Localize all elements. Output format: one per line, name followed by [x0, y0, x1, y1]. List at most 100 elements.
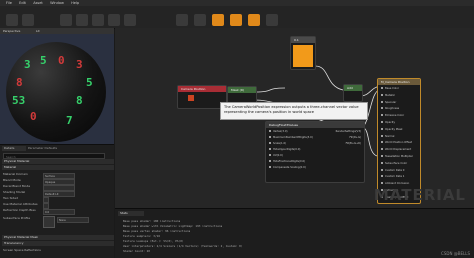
stats-line: Texture Lookups (Est.): VS(0), PS(0)	[123, 239, 184, 243]
detail-value[interactable]: None	[57, 216, 89, 223]
detail-label: Subsurface Profile	[3, 216, 31, 220]
material-graph[interactable]: Camera Position 0.1 Mask (R) Add The Cam…	[115, 28, 474, 208]
apply-button[interactable]	[60, 14, 72, 26]
stats-panel: Stats Base pass shader: 180 instructions…	[115, 208, 474, 258]
sphere-digit: 53	[12, 94, 26, 107]
mask-node-title: Mask (R)	[228, 87, 256, 93]
thumbnail[interactable]	[43, 216, 55, 228]
stats-line: Base pass shader with Volumetric Lightma…	[123, 224, 223, 228]
stats-line: User interpolators: 2/4 Scalars (1/4 Vec…	[123, 244, 243, 248]
live-preview-button[interactable]	[176, 14, 188, 26]
result-pin[interactable]: Subsurface Color	[381, 161, 407, 165]
input-pin[interactable]: HideUpperDigits(0.0)	[269, 148, 300, 151]
input-pin[interactable]: Vertex(3.0)	[269, 130, 288, 133]
add-node-title: Add	[344, 85, 362, 91]
detail-row: Screen Space Reflections	[3, 248, 111, 254]
hide-unrelated-button[interactable]	[230, 14, 242, 26]
tab-details[interactable]: Details	[2, 146, 26, 151]
browse-button[interactable]	[22, 14, 34, 26]
stats-line: Shader Count: 20	[123, 249, 150, 253]
output-pin[interactable]: RenderSettings(V3)	[336, 130, 361, 133]
debug-node-title: DebugFloat3Values	[266, 122, 364, 128]
lit-mode[interactable]: Lit	[36, 28, 40, 34]
output-pin[interactable]: Fill(B+G+R)	[346, 142, 361, 145]
toolbar	[0, 6, 474, 29]
result-node-title: M_Camera Position	[378, 79, 420, 85]
result-pin[interactable]: Tessellation Multiplier	[381, 155, 413, 158]
detail-row: Refraction Depth Bias 0.0	[3, 208, 111, 215]
detail-label: Two Sided	[3, 196, 18, 200]
detail-label: Decal Blend Mode	[3, 184, 31, 188]
sphere-digit: 0	[58, 54, 65, 67]
result-pin[interactable]: Ambient Occlusion	[381, 182, 409, 185]
result-pin[interactable]: Specular	[381, 100, 396, 104]
watermark: CSDN @BELLS	[441, 251, 470, 256]
result-pin[interactable]: World Displacement	[381, 148, 411, 151]
detail-label: Shading Model	[3, 190, 26, 194]
tab-stats[interactable]: Stats	[118, 211, 144, 216]
sphere-digit: 8	[76, 94, 83, 107]
input-pin[interactable]: HideFractionalDigits(0.0)	[269, 160, 305, 163]
result-pin[interactable]: Opacity Mask	[381, 127, 402, 131]
preview-sphere: 3 5 0 3 8 5 53 8 0 7	[6, 42, 106, 142]
live-nodes-button[interactable]	[194, 14, 206, 26]
sphere-digit: 5	[86, 76, 93, 89]
detail-row: Subsurface Profile None	[3, 216, 111, 230]
sphere-digit: 0	[30, 110, 37, 123]
result-pin[interactable]: Custom Data 1	[381, 175, 404, 178]
platform-stats-button[interactable]	[266, 14, 278, 26]
input-pin[interactable]: UV(0.0)	[269, 154, 283, 157]
viewport-tab[interactable]: Perspective	[3, 28, 20, 34]
section-physical-material[interactable]: Physical Material	[2, 159, 114, 164]
detail-value[interactable]: 0.0	[43, 208, 75, 215]
detail-label: Refraction Depth Bias	[3, 208, 36, 212]
clean-up-button[interactable]	[108, 14, 120, 26]
detail-label: Screen Space Reflections	[3, 248, 41, 252]
save-button[interactable]	[6, 14, 18, 26]
preview-viewport[interactable]: Perspective Lit 3 5 0 3 8 5 53 8 0 7	[0, 28, 114, 144]
search-button[interactable]	[76, 14, 88, 26]
node-tooltip: The CameraWorldPosition expression outpu…	[220, 102, 368, 120]
home-button[interactable]	[92, 14, 104, 26]
color-swatch	[293, 45, 313, 67]
connectors-button[interactable]	[124, 14, 136, 26]
viewport-header: Perspective Lit	[0, 28, 114, 34]
section-translucency[interactable]: Translucency	[2, 241, 114, 246]
sphere-digit: 8	[16, 76, 23, 89]
stats-button[interactable]	[248, 14, 260, 26]
section-material[interactable]: Material	[2, 165, 114, 170]
tab-parameter-defaults[interactable]: Parameter Defaults	[28, 146, 64, 151]
camera-node-title: Camera Position	[178, 86, 226, 92]
material-watermark: MATERIAL	[373, 186, 466, 204]
result-pin[interactable]: Custom Data 0	[381, 168, 404, 172]
result-pin[interactable]: Base Color	[381, 87, 399, 90]
result-pin[interactable]: Normal	[381, 134, 394, 138]
stats-line: Base pass vertex shader: 96 instructions	[123, 229, 191, 233]
input-pin[interactable]: Scale(1.0)	[269, 142, 286, 145]
sphere-digit: 3	[24, 58, 31, 71]
output-pin[interactable]	[188, 95, 194, 101]
sphere-digit: 3	[76, 58, 83, 71]
detail-label: Use Material Attributes	[3, 202, 38, 206]
section-physical-material-mask[interactable]: Physical Material Mask	[2, 235, 114, 240]
result-pin[interactable]: Emissive Color	[381, 114, 404, 117]
result-pin[interactable]: Roughness	[381, 107, 399, 110]
detail-label: Material Domain	[3, 172, 28, 176]
detail-label: Blend Mode	[3, 178, 21, 182]
add-node[interactable]: Add	[343, 84, 363, 102]
output-pin[interactable]: Fill(R+G)	[350, 136, 361, 139]
stats-line: Texture samplers: 3/16	[123, 234, 161, 238]
result-pin[interactable]: Opacity	[381, 121, 395, 124]
sphere-digit: 5	[40, 54, 47, 67]
stats-line: Base pass shader: 180 instructions	[123, 219, 181, 223]
details-panel: Details Parameter Defaults Search Physic…	[0, 144, 114, 258]
constant-node[interactable]: 0.1	[290, 36, 316, 70]
input-pin[interactable]: MaximumNumberOfDigits(3.0)	[269, 136, 313, 139]
live-update-button[interactable]	[212, 14, 224, 26]
debug-float-node[interactable]: DebugFloat3Values Vertex(3.0) MaximumNum…	[265, 121, 365, 183]
sphere-digit: 7	[66, 114, 73, 127]
const-node-title: 0.1	[291, 37, 315, 43]
result-pin[interactable]: Metallic	[381, 93, 395, 97]
input-pin[interactable]: Compensate Scaling(0.0)	[269, 166, 306, 169]
result-pin[interactable]: World Position Offset	[381, 141, 412, 144]
